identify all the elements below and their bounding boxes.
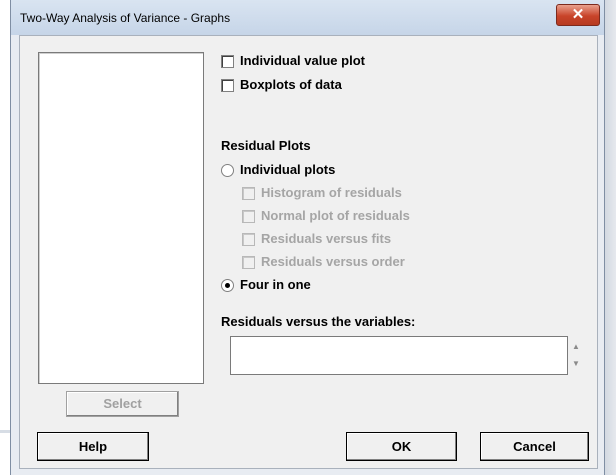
individual-plots-label: Individual plots	[240, 162, 336, 177]
boxplots-checkbox[interactable]	[221, 79, 234, 92]
individual-value-plot-label: Individual value plot	[240, 53, 365, 68]
individual-value-plot-checkbox[interactable]	[221, 55, 234, 68]
residual-plots-heading: Residual Plots	[221, 138, 311, 153]
normal-plot-checkbox[interactable]	[242, 210, 255, 223]
residuals-vs-variables-input[interactable]: ▲ ▼	[230, 336, 580, 375]
individual-plots-radio[interactable]	[221, 164, 234, 177]
dialog-body: Individual value plot Boxplots of data R…	[19, 35, 598, 469]
four-in-one-radio[interactable]	[221, 279, 234, 292]
boxplots-label: Boxplots of data	[240, 77, 342, 92]
residuals-vs-fits-checkbox[interactable]	[242, 233, 255, 246]
ok-button[interactable]: OK	[346, 432, 457, 461]
dialog-title: Two-Way Analysis of Variance - Graphs	[20, 11, 231, 25]
close-icon: ✕	[571, 6, 585, 23]
residuals-vs-order-checkbox[interactable]	[242, 256, 255, 269]
radio-selected-dot	[225, 283, 230, 288]
normal-plot-label: Normal plot of residuals	[261, 208, 410, 223]
four-in-one-label: Four in one	[240, 277, 311, 292]
residuals-vs-fits-label: Residuals versus fits	[261, 231, 392, 246]
graphs-dialog: Two-Way Analysis of Variance - Graphs ✕ …	[10, 0, 605, 475]
histogram-checkbox[interactable]	[242, 187, 255, 200]
cancel-button[interactable]: Cancel	[480, 432, 589, 461]
scroll-down-icon[interactable]: ▼	[572, 359, 580, 368]
help-button[interactable]: Help	[37, 432, 149, 461]
select-button[interactable]: Select	[66, 391, 179, 417]
scroll-up-icon[interactable]: ▲	[572, 342, 580, 351]
residuals-vs-order-label: Residuals versus order	[261, 254, 405, 269]
title-bar[interactable]: Two-Way Analysis of Variance - Graphs ✕	[11, 0, 604, 35]
variable-list[interactable]	[38, 52, 204, 384]
close-button[interactable]: ✕	[556, 4, 600, 26]
residuals-vs-variables-label: Residuals versus the variables:	[221, 314, 416, 329]
histogram-label: Histogram of residuals	[261, 185, 402, 200]
